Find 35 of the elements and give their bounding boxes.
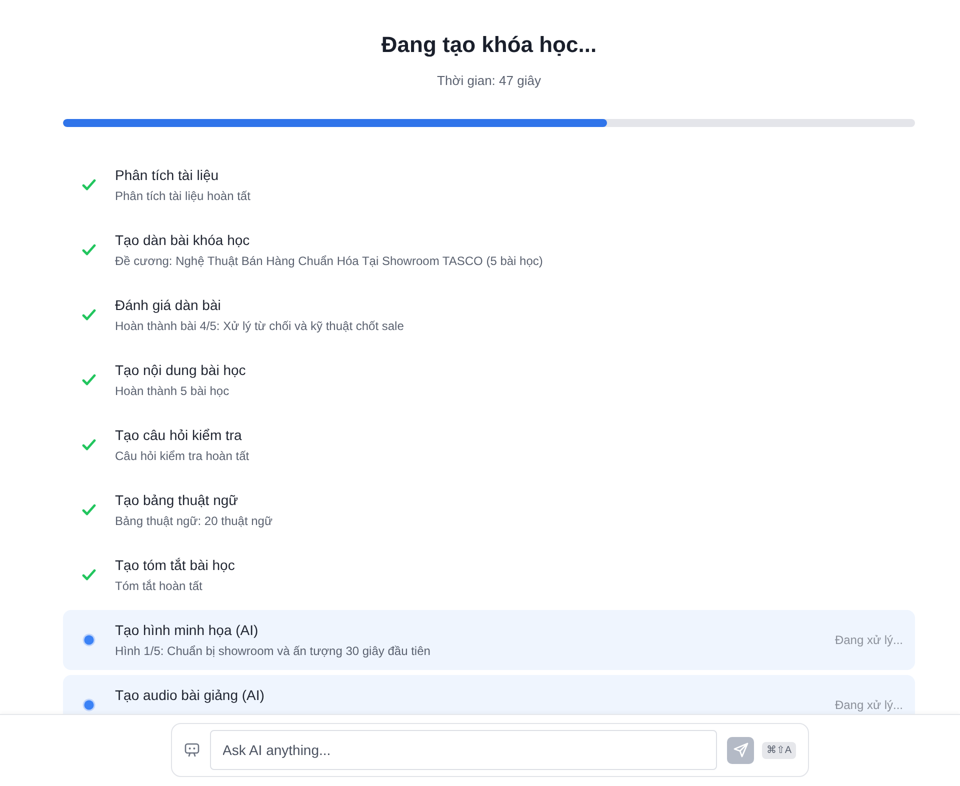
check-icon xyxy=(82,569,96,581)
step-status: Đang xử lý... xyxy=(834,698,903,712)
radio-dot-icon xyxy=(82,633,96,647)
step-title: Tạo tóm tắt bài học xyxy=(115,556,236,575)
check-icon xyxy=(82,244,96,256)
chat-bot-icon xyxy=(184,742,200,758)
send-icon xyxy=(732,742,749,758)
step-title: Phân tích tài liệu xyxy=(115,166,220,185)
step-status: Đang xử lý... xyxy=(834,633,903,647)
step-detail: Phân tích tài liệu hoàn tất xyxy=(115,189,252,203)
check-icon xyxy=(82,179,96,191)
radio-dot-icon xyxy=(82,698,96,712)
step-title: Tạo audio bài giảng (AI) xyxy=(115,686,266,705)
chat-input[interactable]: Ask AI anything... xyxy=(210,730,718,770)
step-title: Tạo nội dung bài học xyxy=(115,361,247,380)
send-button[interactable] xyxy=(727,736,754,764)
step-title: Tạo bảng thuật ngữ xyxy=(115,491,240,510)
step-title: Tạo hình minh họa (AI) xyxy=(115,621,260,640)
check-icon xyxy=(82,504,96,516)
check-icon xyxy=(82,309,96,321)
step-title: Tạo dàn bài khóa học xyxy=(115,231,251,250)
step-title: Tạo câu hỏi kiểm tra xyxy=(115,426,243,445)
check-icon xyxy=(82,439,96,451)
shortcut-hint: ⌘⇧A xyxy=(762,742,796,758)
step-detail: Bảng thuật ngữ: 20 thuật ngữ xyxy=(115,514,274,528)
step-detail: Câu hỏi kiểm tra hoàn tất xyxy=(115,449,250,463)
step-title: Đánh giá dàn bài xyxy=(115,296,222,315)
step-detail: Hình 1/5: Chuẩn bị showroom và ấn tượng 30 giây đầu tiên xyxy=(115,644,432,658)
step-detail: Đề cương: Nghệ Thuật Bán Hàng Chuẩn Hóa Tại Showroom TASCO (5 bài học) xyxy=(115,254,544,268)
step-detail: Hoàn thành bài 4/5: Xử lý từ chối và kỹ thuật chốt sale xyxy=(115,319,405,333)
page-title: Đang tạo khóa học... xyxy=(380,31,598,59)
elapsed-time: Thời gian: 47 giây xyxy=(436,73,542,88)
step-detail: Hoàn thành 5 bài học xyxy=(115,384,230,398)
check-icon xyxy=(82,374,96,386)
step-detail: Tóm tắt hoàn tất xyxy=(115,579,204,593)
